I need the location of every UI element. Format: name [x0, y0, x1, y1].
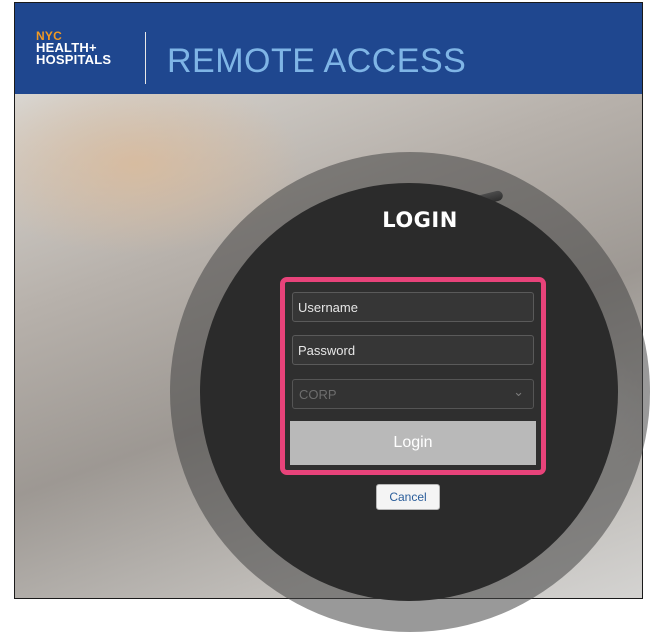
login-heading: LOGIN: [382, 208, 458, 232]
domain-select[interactable]: CORP ⌄: [292, 379, 534, 409]
domain-select-value: CORP: [299, 387, 337, 402]
nyc-health-hospitals-logo: NYC HEALTH+ HOSPITALS: [36, 29, 112, 67]
header-bar: NYC HEALTH+ HOSPITALS REMOTE ACCESS: [15, 3, 642, 94]
chevron-down-icon: ⌄: [513, 384, 524, 399]
login-button[interactable]: Login: [290, 421, 536, 465]
page-title: REMOTE ACCESS: [167, 42, 467, 80]
cancel-button[interactable]: Cancel: [376, 484, 440, 510]
username-input[interactable]: [292, 292, 534, 322]
password-input[interactable]: [292, 335, 534, 365]
header-divider: [145, 32, 146, 84]
